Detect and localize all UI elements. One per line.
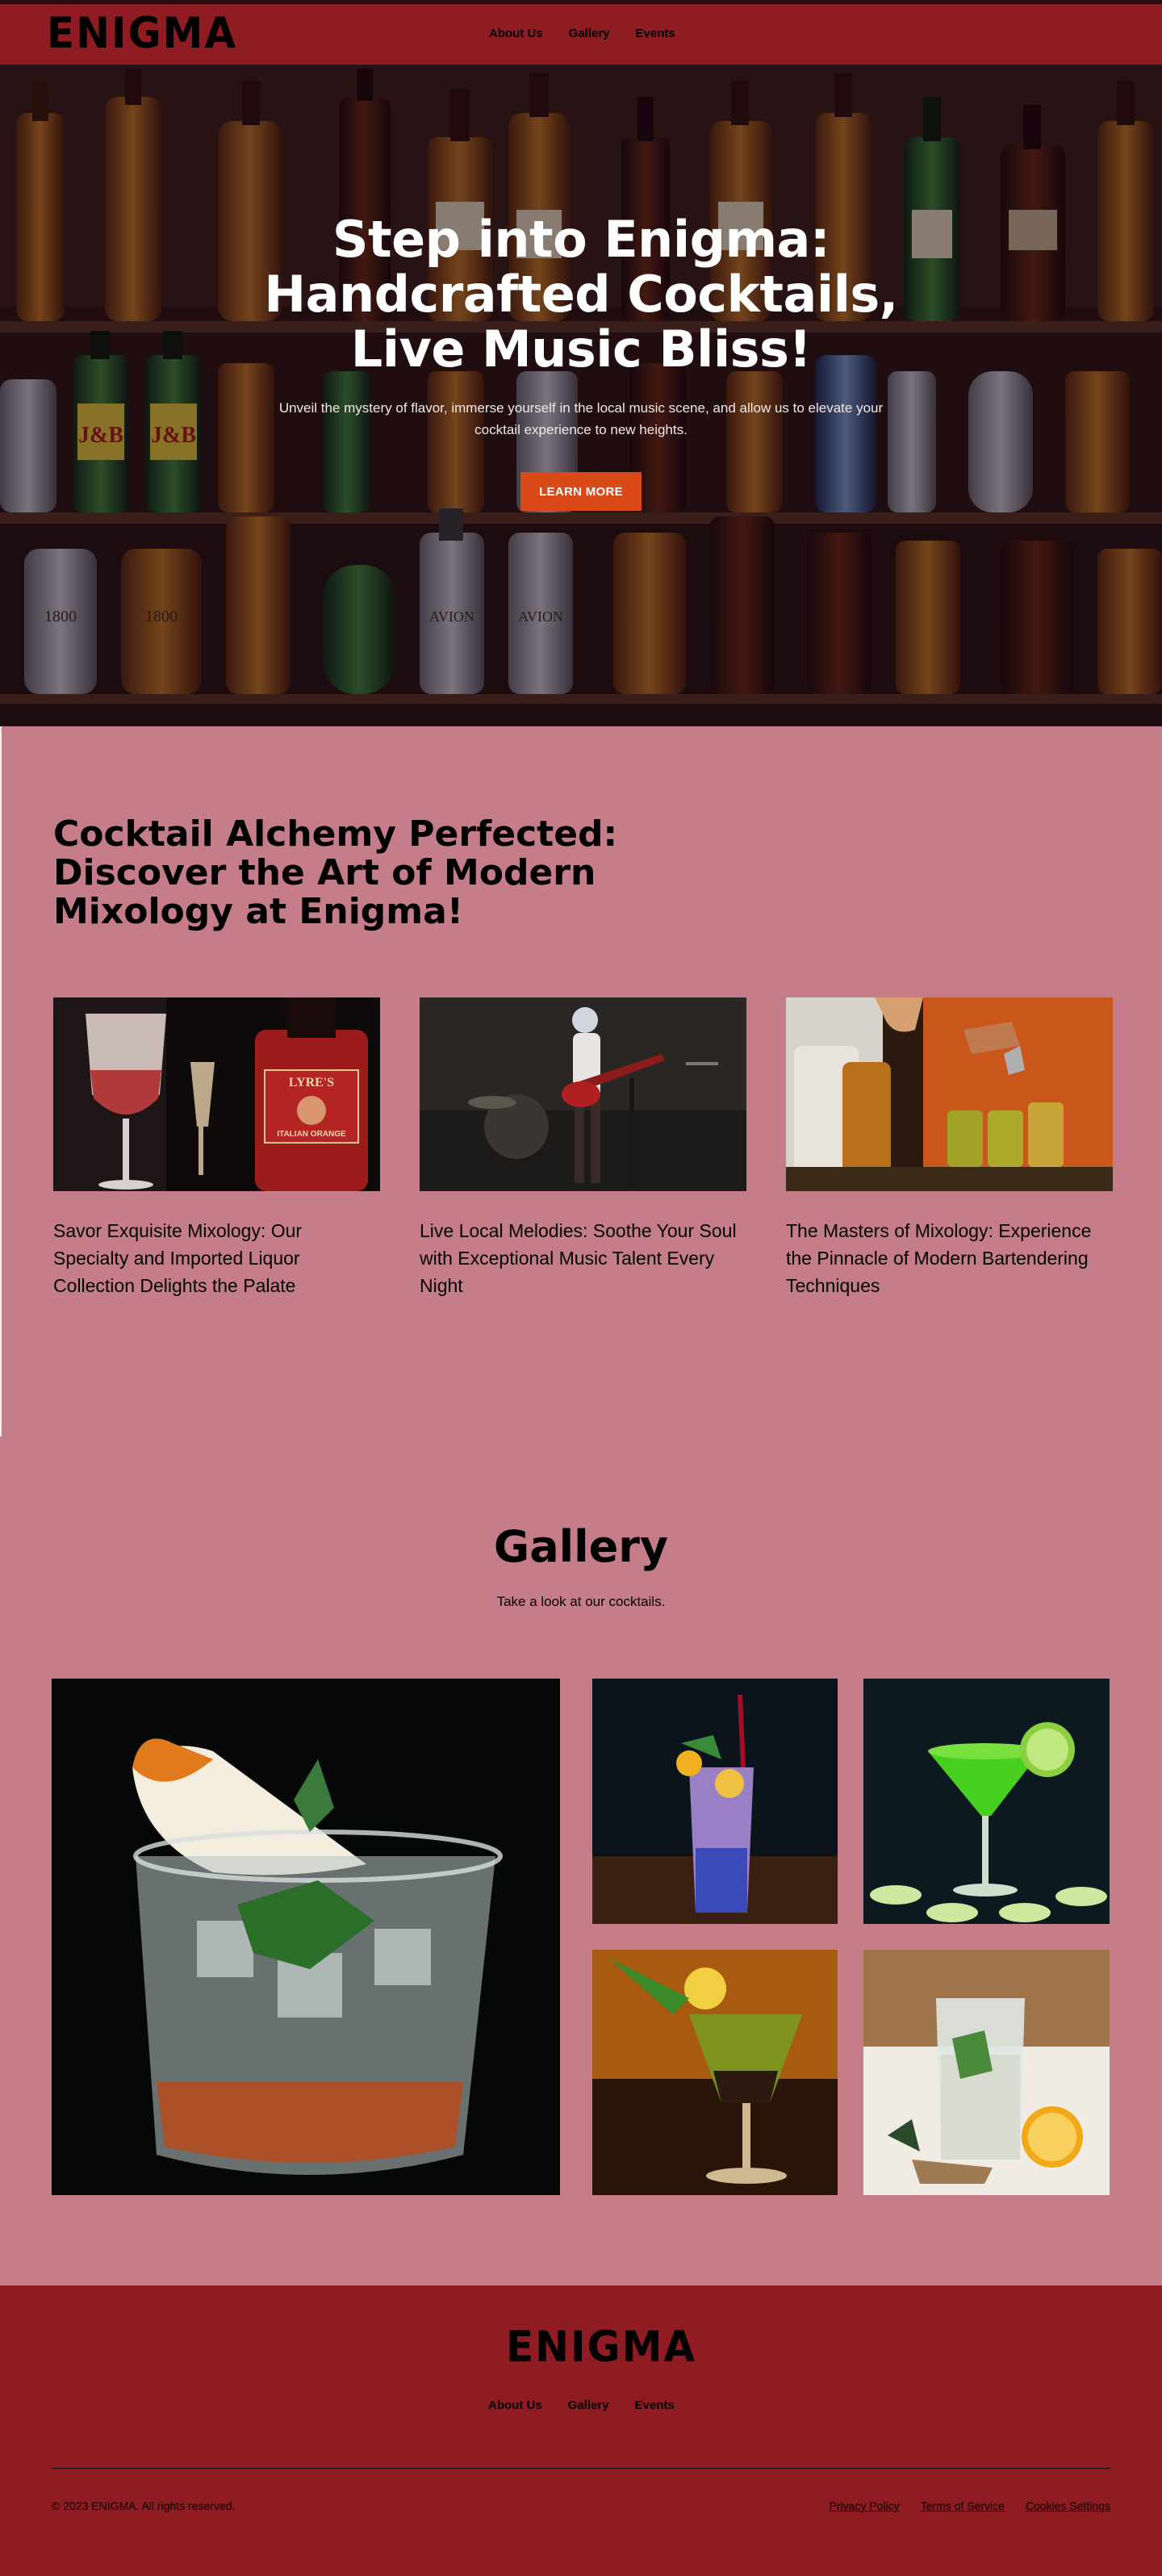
nav-events-link[interactable]: Events: [636, 27, 675, 40]
hero-subtitle: Unveil the mystery of flavor, immerse yo…: [278, 400, 884, 437]
live-music-image: [420, 997, 746, 1191]
gallery-image-apple-cocktail[interactable]: [52, 1679, 560, 2195]
nav-about-us-link[interactable]: About Us: [489, 27, 543, 40]
liquor-label-flavor: ITALIAN ORANGE: [277, 1130, 346, 1139]
footer-events-link[interactable]: Events: [635, 2398, 675, 2412]
copyright-text: © 2023 ENIGMA. All rights reserved.: [52, 2499, 236, 2512]
feature-card-mixology[interactable]: LYRE'S ITALIAN ORANGE Savor Exquisite Mi…: [53, 997, 380, 1299]
cookies-settings-link[interactable]: Cookies Settings: [1026, 2499, 1110, 2512]
bartender-pouring-image: [786, 997, 1113, 1191]
gallery-image-green-martini[interactable]: [863, 1679, 1110, 1924]
gallery-subtitle: Take a look at our cocktails.: [496, 1594, 666, 1609]
feature-card-text: The Masters of Mixology: Experience the …: [786, 1220, 1092, 1296]
gallery-image-lemon-cocktail[interactable]: [863, 1950, 1110, 2195]
gallery-image-purple-cocktail[interactable]: [592, 1679, 838, 1924]
footer-gallery-link[interactable]: Gallery: [568, 2398, 609, 2412]
nav-gallery-link[interactable]: Gallery: [569, 27, 610, 40]
liquor-label-brand: LYRE'S: [289, 1076, 334, 1089]
hero-title: Step into Enigma: Handcrafted Cocktails,…: [264, 210, 898, 378]
gallery-title: Gallery: [493, 1521, 669, 1572]
hero-overlay: [0, 65, 1162, 726]
privacy-policy-link[interactable]: Privacy Policy: [830, 2499, 900, 2512]
terms-of-service-link[interactable]: Terms of Service: [921, 2499, 1005, 2512]
footer-links: About Us Gallery Events: [488, 2398, 675, 2412]
footer-logo[interactable]: ENIGMA: [506, 2325, 696, 2369]
feature-card-masters[interactable]: The Masters of Mixology: Experience the …: [786, 997, 1113, 1299]
learn-more-button[interactable]: LEARN MORE: [520, 472, 642, 511]
footer-divider: [52, 2468, 1110, 2469]
footer-about-us-link[interactable]: About Us: [488, 2398, 542, 2412]
hero-section: J&B J&B 1800 1800 AVION AVION Step into …: [0, 65, 1162, 726]
features-title: Cocktail Alchemy Perfected: Discover the…: [53, 813, 618, 932]
cocktail-liquor-image: LYRE'S ITALIAN ORANGE: [53, 997, 380, 1191]
legal-links: Privacy Policy Terms of Service Cookies …: [830, 2499, 1110, 2512]
feature-card-text: Live Local Melodies: Soothe Your Soul wi…: [420, 1220, 737, 1296]
feature-card-music[interactable]: Live Local Melodies: Soothe Your Soul wi…: [420, 997, 746, 1299]
nav-links: About Us Gallery Events: [489, 27, 675, 40]
site-footer: ENIGMA About Us Gallery Events © 2023 EN…: [0, 2285, 1162, 2576]
gallery-image-mojito-glass[interactable]: [592, 1950, 838, 2195]
top-nav: ENIGMA About Us Gallery Events: [0, 0, 1162, 65]
features-section: Cocktail Alchemy Perfected: Discover the…: [0, 726, 1162, 1436]
feature-card-text: Savor Exquisite Mixology: Our Specialty …: [53, 1220, 303, 1296]
brand-logo[interactable]: ENIGMA: [47, 11, 237, 56]
gallery-section: Gallery Take a look at our cocktails.: [0, 1436, 1162, 2285]
